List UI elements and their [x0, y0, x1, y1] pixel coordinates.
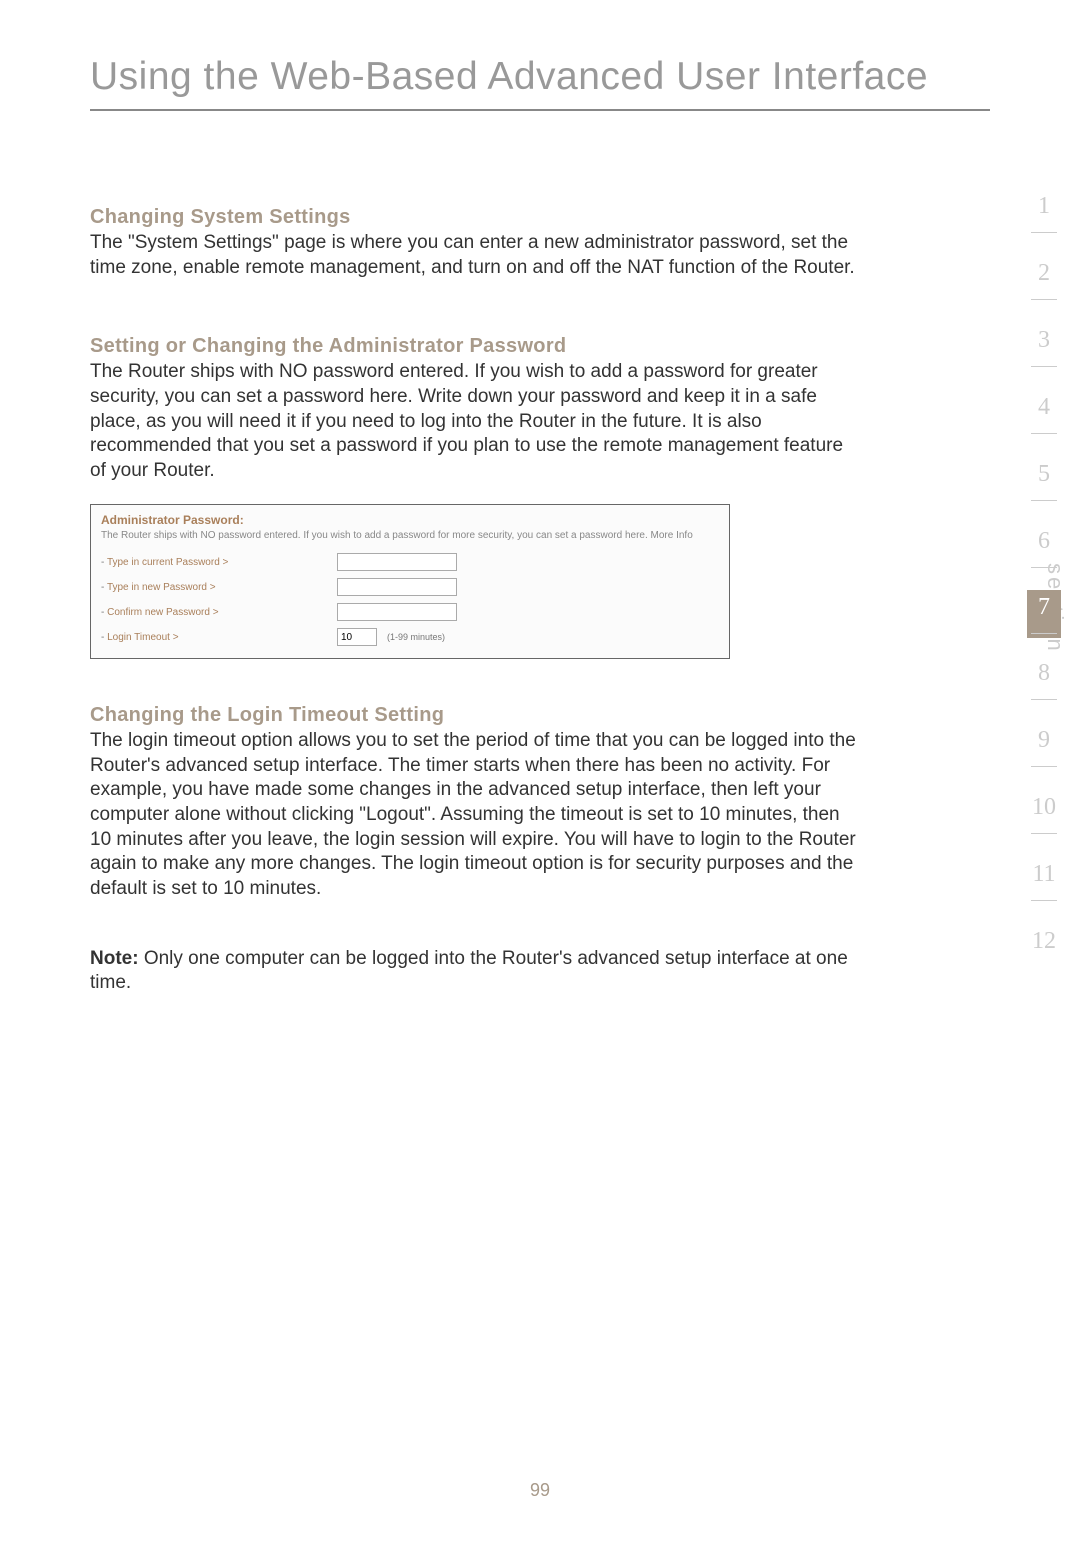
- label-confirm-password: Confirm new Password >: [101, 607, 331, 618]
- section-nav-item-4[interactable]: 4: [1027, 389, 1061, 439]
- admin-password-panel: Administrator Password: The Router ships…: [90, 504, 730, 659]
- label-login-timeout: Login Timeout >: [101, 632, 331, 643]
- section-nav-item-1[interactable]: 1: [1027, 188, 1061, 238]
- section-nav: 123456789101112: [1008, 188, 1080, 977]
- page-number: 99: [0, 1480, 1080, 1501]
- section-nav-item-5[interactable]: 5: [1027, 456, 1061, 506]
- login-timeout-field[interactable]: [337, 628, 377, 646]
- section-nav-item-9[interactable]: 9: [1027, 722, 1061, 772]
- section-nav-item-12[interactable]: 12: [1027, 923, 1061, 960]
- note-body: Only one computer can be logged into the…: [90, 948, 848, 994]
- heading-login-timeout: Changing the Login Timeout Setting: [90, 704, 990, 727]
- section-nav-item-6[interactable]: 6: [1027, 523, 1061, 573]
- page-title: Using the Web-Based Advanced User Interf…: [90, 55, 990, 111]
- section-nav-item-8[interactable]: 8: [1027, 655, 1061, 705]
- heading-changing-system-settings: Changing System Settings: [90, 206, 990, 229]
- label-new-password: Type in new Password >: [101, 582, 331, 593]
- login-timeout-hint: (1-99 minutes): [387, 632, 445, 642]
- confirm-password-field[interactable]: [337, 603, 457, 621]
- note-label: Note:: [90, 948, 139, 969]
- label-current-password: Type in current Password >: [101, 557, 331, 568]
- current-password-field[interactable]: [337, 553, 457, 571]
- section-nav-item-7[interactable]: 7: [1027, 590, 1061, 638]
- section-nav-item-10[interactable]: 10: [1027, 789, 1061, 839]
- body-login-timeout: The login timeout option allows you to s…: [90, 729, 860, 902]
- body-changing-system-settings: The "System Settings" page is where you …: [90, 231, 860, 280]
- heading-admin-password: Setting or Changing the Administrator Pa…: [90, 335, 990, 358]
- note-block: Note: Only one computer can be logged in…: [90, 947, 860, 996]
- body-admin-password: The Router ships with NO password entere…: [90, 360, 860, 483]
- panel-title: Administrator Password:: [101, 513, 719, 527]
- section-nav-item-2[interactable]: 2: [1027, 255, 1061, 305]
- panel-description: The Router ships with NO password entere…: [101, 529, 719, 542]
- section-nav-item-11[interactable]: 11: [1027, 856, 1061, 906]
- section-nav-item-3[interactable]: 3: [1027, 322, 1061, 372]
- new-password-field[interactable]: [337, 578, 457, 596]
